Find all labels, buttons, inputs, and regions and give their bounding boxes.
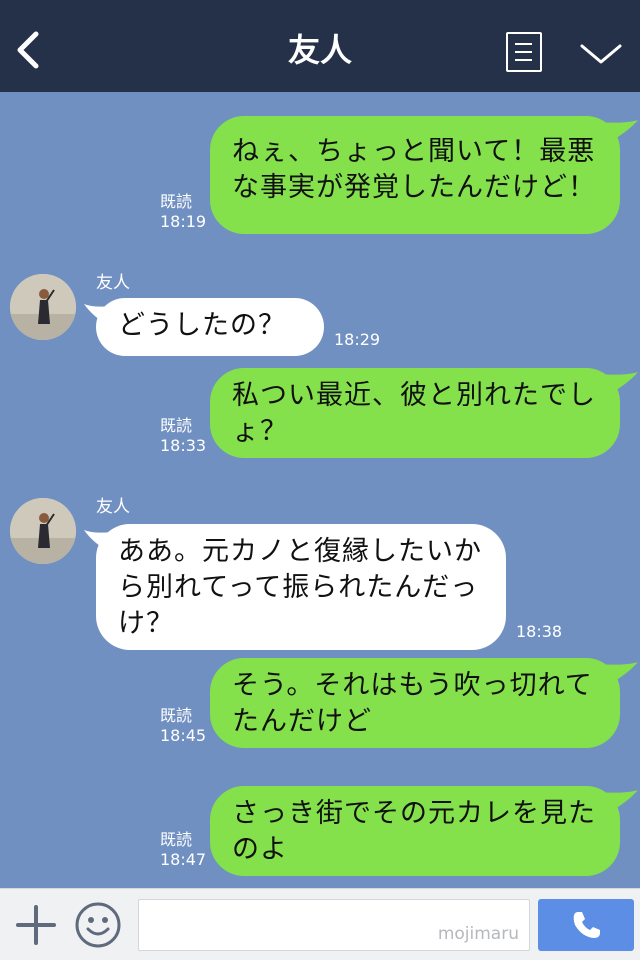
menu-list-icon: [515, 43, 532, 45]
avatar-photo: [10, 498, 76, 564]
avatar[interactable]: [10, 274, 76, 340]
chat-title: 友人: [287, 31, 352, 69]
avatar[interactable]: [10, 498, 76, 564]
message-outgoing: 私つい最近、彼と別れたでしょ？ 既読 18:33: [0, 368, 640, 468]
sender-name: 友人: [96, 497, 130, 517]
message-outgoing: ねぇ、ちょっと聞いて！最悪な事実が発覚したんだけど！ 既読 18:19: [0, 92, 640, 242]
menu-line: [515, 59, 532, 61]
message-bubble: ああ。元カノと復縁したいから別れてって振られたんだっけ？: [96, 524, 506, 650]
message-bubble: ねぇ、ちょっと聞いて！最悪な事実が発覚したんだけど！: [210, 116, 620, 234]
message-time: 18:47: [160, 850, 207, 869]
chat-header: 友人: [0, 0, 640, 92]
watermark: mojimaru: [437, 924, 519, 944]
message-input[interactable]: mojimaru: [138, 899, 530, 951]
message-bubble: どうしたの？: [96, 298, 324, 356]
message-incoming: 友人 ああ。元カノと復縁したいから別れてって振られたんだっけ？ 18:38: [0, 492, 640, 652]
message-time: 18:45: [160, 726, 207, 745]
read-status: 既読: [160, 416, 193, 435]
menu-line: [515, 51, 532, 53]
plus-icon: [16, 905, 56, 945]
input-bar: mojimaru: [0, 888, 640, 960]
smiley-icon: [75, 902, 121, 948]
message-bubble: さっき街でその元カレを見たのよ: [210, 786, 620, 876]
add-button[interactable]: [14, 903, 58, 947]
message-bubble: 私つい最近、彼と別れたでしょ？: [210, 368, 620, 458]
chat-area[interactable]: ねぇ、ちょっと聞いて！最悪な事実が発覚したんだけど！ 既読 18:19 友人 ど…: [0, 92, 640, 888]
call-button[interactable]: [538, 899, 634, 951]
message-time: 18:19: [160, 212, 207, 231]
chevron-down-icon: [580, 44, 622, 64]
message-bubble: そう。それはもう吹っ切れてたんだけど: [210, 658, 620, 748]
phone-icon: [573, 912, 600, 938]
menu-button[interactable]: [506, 32, 542, 72]
message-time: 18:33: [160, 436, 207, 455]
message-outgoing: そう。それはもう吹っ切れてたんだけど 既読 18:45: [0, 658, 640, 758]
message-time: 18:29: [334, 330, 381, 349]
read-status: 既読: [160, 192, 193, 211]
message-incoming: 友人 どうしたの？ 18:29: [0, 268, 640, 368]
avatar-photo: [10, 274, 76, 340]
more-options-button[interactable]: [578, 36, 624, 70]
emoji-button[interactable]: [74, 901, 122, 949]
read-status: 既読: [160, 830, 193, 849]
sender-name: 友人: [96, 273, 130, 293]
read-status: 既読: [160, 706, 193, 725]
message-outgoing: さっき街でその元カレを見たのよ 既読 18:47: [0, 786, 640, 886]
message-time: 18:38: [516, 622, 563, 641]
